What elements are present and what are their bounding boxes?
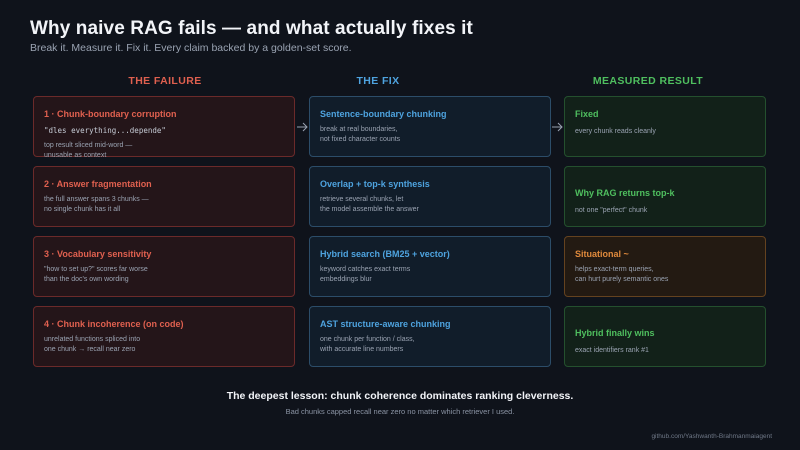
right-arrow-icon: [552, 122, 563, 132]
column-header-failure: THE FAILURE: [128, 75, 202, 87]
column-header-fix: THE FIX: [356, 75, 400, 87]
right-arrow-icon: [297, 122, 308, 132]
failure-body: top result sliced mid-word — unusable as…: [44, 142, 133, 159]
page-title: Why naive RAG fails — and what actually …: [30, 18, 473, 39]
fix-title: AST structure-aware chunking: [320, 319, 451, 329]
fix-card-1: Sentence-boundary chunking break at real…: [309, 96, 551, 157]
column-header-result: MEASURED RESULT: [592, 75, 704, 87]
result-body: helps exact-term queries, can hurt purel…: [575, 266, 669, 283]
fix-body: one chunk per function / class, with acc…: [320, 336, 415, 353]
result-title: Why RAG returns top-k: [575, 188, 675, 198]
fix-card-2: Overlap + top-k synthesis retrieve sever…: [309, 166, 551, 227]
fix-title: Overlap + top-k synthesis: [320, 179, 430, 189]
failure-card-3: 3 · Vocabulary sensitivity "how to set u…: [33, 236, 295, 297]
failure-body: the full answer spans 3 chunks — no sing…: [44, 196, 149, 213]
failure-card-4: 4 · Chunk incoherence (on code) unrelate…: [33, 306, 295, 367]
result-title: Hybrid finally wins: [575, 328, 655, 338]
page-subtitle: Break it. Measure it. Fix it. Every clai…: [30, 42, 352, 54]
fix-body: retrieve several chunks, let the model a…: [320, 196, 419, 213]
failure-code-sample: "dles everything...depende": [44, 126, 166, 135]
result-card-3: Situational ~ helps exact-term queries, …: [564, 236, 766, 297]
failure-card-1: 1 · Chunk-boundary corruption "dles ever…: [33, 96, 295, 159]
failure-body: "how to set up?" scores far worse than t…: [44, 266, 148, 283]
key-lesson: The deepest lesson: chunk coherence domi…: [226, 390, 574, 402]
fix-body: break at real boundaries, not fixed char…: [320, 126, 401, 143]
fix-body: keyword catches exact terms embeddings b…: [320, 266, 411, 283]
key-lesson-subtext: Bad chunks capped recall near zero no ma…: [285, 407, 515, 416]
failure-card-2: 2 · Answer fragmentation the full answer…: [33, 166, 295, 227]
result-body: every chunk reads cleanly: [575, 128, 656, 135]
fix-title: Hybrid search (BM25 + vector): [320, 249, 450, 259]
failure-title: 1 · Chunk-boundary corruption: [44, 109, 177, 119]
result-title: Situational ~: [575, 249, 629, 259]
fix-card-4: AST structure-aware chunking one chunk p…: [309, 306, 551, 367]
result-card-2: Why RAG returns top-k not one "perfect" …: [564, 166, 766, 227]
failure-title: 3 · Vocabulary sensitivity: [44, 249, 152, 259]
result-card-4: Hybrid finally wins exact identifiers ra…: [564, 306, 766, 367]
failure-title: 4 · Chunk incoherence (on code): [44, 319, 184, 329]
result-card-1: Fixed every chunk reads cleanly: [564, 96, 766, 157]
fix-title: Sentence-boundary chunking: [320, 109, 447, 119]
failure-title: 2 · Answer fragmentation: [44, 179, 152, 189]
failure-body: unrelated functions spliced into one chu…: [44, 336, 141, 353]
result-body: exact identifiers rank #1: [575, 347, 649, 354]
result-body: not one "perfect" chunk: [575, 207, 648, 214]
fix-card-3: Hybrid search (BM25 + vector) keyword ca…: [309, 236, 551, 297]
result-title: Fixed: [575, 109, 599, 119]
repo-credit: github.com/Yashwanth-Brahmanmaiagent: [651, 433, 772, 440]
